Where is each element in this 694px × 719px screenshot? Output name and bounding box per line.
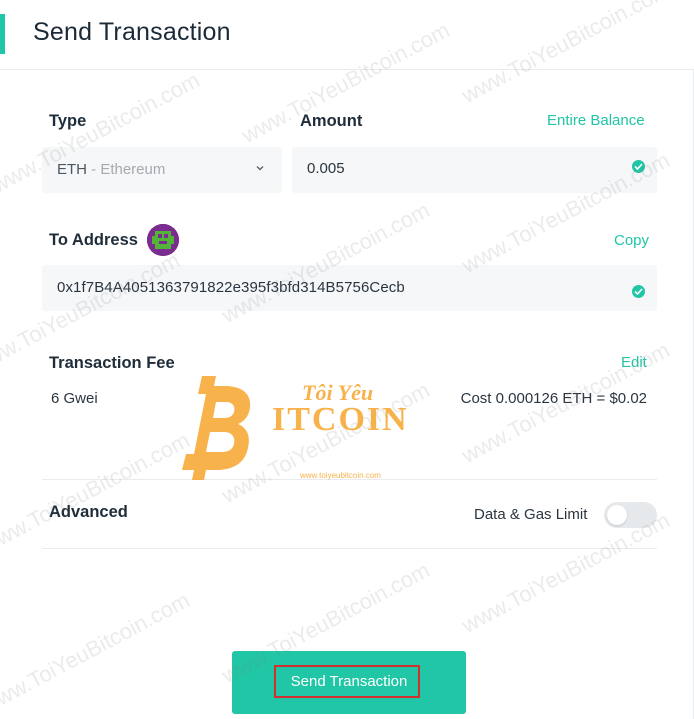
svg-text:Tôi Yêu: Tôi Yêu <box>302 380 373 405</box>
page-title: Send Transaction <box>33 18 231 46</box>
divider <box>42 548 657 549</box>
data-gas-limit-toggle[interactable] <box>604 502 657 528</box>
amount-input[interactable]: 0.005 <box>292 147 657 193</box>
divider <box>42 479 657 480</box>
type-label: Type <box>49 112 87 130</box>
toggle-knob <box>607 505 627 525</box>
header-accent-bar <box>0 14 5 54</box>
chevron-down-icon <box>256 166 264 171</box>
type-symbol: ETH <box>57 161 87 178</box>
send-transaction-button-label: Send Transaction <box>290 673 408 690</box>
send-transaction-button[interactable]: Send Transaction <box>232 651 466 714</box>
amount-value: 0.005 <box>307 160 345 177</box>
fee-cost-value: Cost 0.000126 ETH = $0.02 <box>460 390 647 407</box>
to-address-value: 0x1f7B4A4051363791822e395f3bfd314B5756Ce… <box>57 279 405 296</box>
type-select-value: ETH - Ethereum <box>57 161 165 178</box>
advanced-label: Advanced <box>49 503 128 521</box>
svg-text:ITCOIN: ITCOIN <box>272 401 409 438</box>
address-valid-check-icon <box>632 285 645 298</box>
watermark-text: www.ToiYeuBitcoin.com <box>217 377 434 508</box>
toiyeubitcoin-watermark-logo: ITCOIN Tôi Yêu www.toiyeubitcoin.com <box>182 376 409 480</box>
gas-price-value: 6 Gwei <box>51 390 98 407</box>
amount-valid-check-icon <box>632 160 645 173</box>
entire-balance-link[interactable]: Entire Balance <box>547 112 645 129</box>
transaction-fee-label: Transaction Fee <box>49 354 175 372</box>
copy-address-link[interactable]: Copy <box>614 232 649 249</box>
page-header: Send Transaction <box>0 0 694 70</box>
data-gas-limit-label: Data & Gas Limit <box>474 506 588 523</box>
watermark-text: www.ToiYeuBitcoin.com <box>0 587 194 718</box>
edit-fee-link[interactable]: Edit <box>621 354 647 371</box>
to-address-label: To Address <box>49 231 138 249</box>
to-address-input[interactable]: 0x1f7B4A4051363791822e395f3bfd314B5756Ce… <box>42 265 657 311</box>
type-select[interactable]: ETH - Ethereum <box>42 147 282 193</box>
type-name: - Ethereum <box>87 161 166 178</box>
amount-label: Amount <box>300 112 363 130</box>
watermark-text: www.ToiYeuBitcoin.com <box>0 427 194 558</box>
address-identicon-avatar <box>147 224 179 256</box>
